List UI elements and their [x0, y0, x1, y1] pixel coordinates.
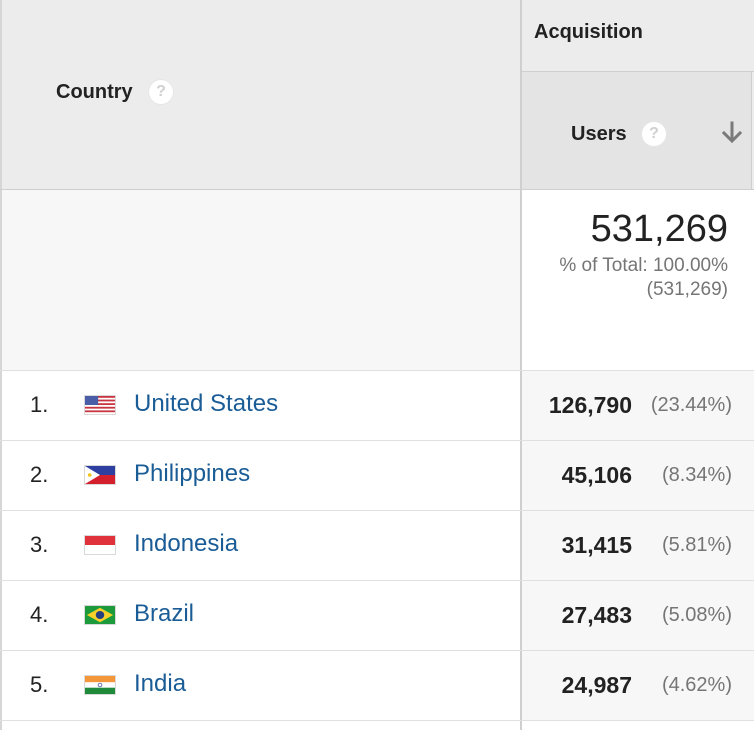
table-row: 3. Indonesia 31,415 (5.81%)	[0, 511, 754, 581]
users-header-label: Users	[571, 123, 627, 145]
users-column-header[interactable]: Users ?	[522, 72, 751, 189]
table-row: 5. India 24,987 (4.62%)	[0, 651, 754, 721]
ph-flag-icon	[84, 465, 116, 485]
users-value: 31,415	[561, 532, 632, 558]
table-row: 1. United States 126,790 (23.44%)	[0, 371, 754, 441]
row-divider	[0, 720, 754, 721]
country-link[interactable]: India	[134, 670, 186, 698]
users-value: 27,483	[561, 602, 632, 628]
table-row: 4. Brazil 27,483 (5.08%)	[0, 581, 754, 651]
country-column-header[interactable]: Country ?	[2, 0, 521, 189]
left-border	[0, 0, 2, 730]
acquisition-group-header: Acquisition	[522, 0, 754, 71]
header-divider	[751, 72, 752, 189]
row-rank: 1.	[30, 392, 49, 417]
users-value: 24,987	[561, 672, 632, 698]
users-value: 45,106	[561, 462, 632, 488]
row-rank: 2.	[30, 462, 49, 487]
id-flag-icon	[84, 535, 116, 555]
country-link[interactable]: Indonesia	[134, 530, 238, 558]
users-percent: (8.34%)	[661, 464, 732, 486]
help-icon[interactable]: ?	[642, 122, 666, 146]
header-divider	[522, 71, 754, 72]
country-cell	[2, 511, 521, 581]
row-divider	[0, 440, 754, 441]
country-cell	[2, 581, 521, 651]
br-flag-icon	[84, 605, 116, 625]
country-cell	[2, 441, 521, 511]
row-divider	[0, 370, 754, 371]
header-bottom-divider	[0, 189, 754, 190]
users-percent: (23.44%)	[650, 394, 732, 416]
users-percent: (4.62%)	[661, 674, 732, 696]
total-users-value: 531,269	[590, 208, 728, 250]
total-absolute-line: (531,269)	[646, 279, 728, 300]
table-row: 2. Philippines 45,106 (8.34%)	[0, 441, 754, 511]
country-cell	[2, 651, 521, 721]
country-header-label: Country	[56, 81, 133, 103]
users-percent: (5.08%)	[661, 604, 732, 626]
help-icon[interactable]: ?	[149, 80, 173, 104]
users-value: 126,790	[548, 392, 632, 418]
users-percent: (5.81%)	[661, 534, 732, 556]
country-link[interactable]: United States	[134, 390, 278, 418]
row-divider	[0, 650, 754, 651]
row-divider	[0, 580, 754, 581]
country-link[interactable]: Brazil	[134, 600, 194, 628]
total-percent-line: % of Total: 100.00%	[559, 255, 728, 276]
row-rank: 3.	[30, 532, 49, 557]
in-flag-icon	[84, 675, 116, 695]
arrow-down-icon[interactable]	[721, 121, 743, 145]
row-rank: 4.	[30, 602, 49, 627]
country-link[interactable]: Philippines	[134, 460, 250, 488]
row-rank: 5.	[30, 672, 49, 697]
totals-label-cell	[2, 190, 521, 370]
column-divider	[520, 0, 522, 730]
us-flag-icon	[84, 395, 116, 415]
row-divider	[0, 510, 754, 511]
acquisition-header-label: Acquisition	[534, 21, 643, 43]
